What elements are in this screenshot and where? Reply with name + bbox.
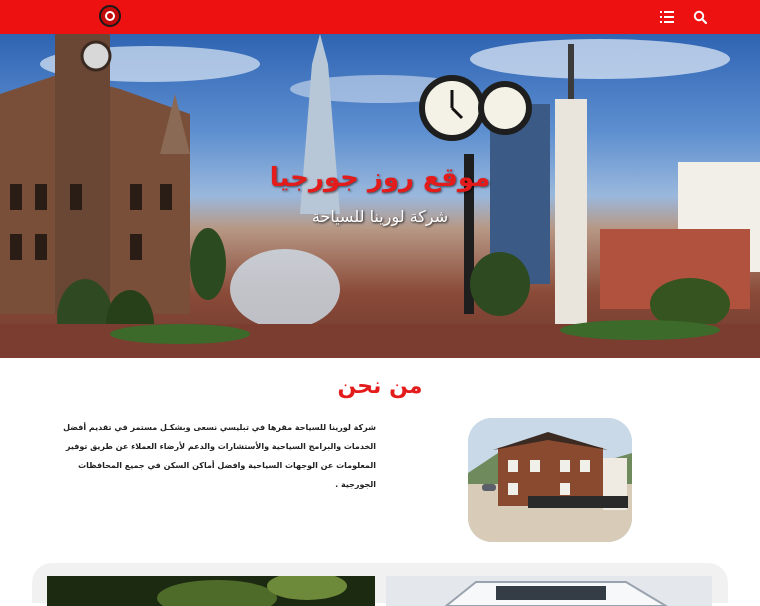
search-icon[interactable]	[693, 10, 707, 24]
top-navigation-bar	[0, 0, 760, 34]
hero-title: موقع روز جورجيا	[269, 163, 491, 193]
rose-logo-icon[interactable]	[99, 5, 121, 27]
hero-cityscape-image	[0, 34, 760, 358]
about-house-photo	[468, 418, 632, 542]
about-description: شركة لورينا للسياحة مقرها في تبليسي نسعى…	[63, 423, 376, 489]
about-heading: من نحن	[337, 374, 423, 399]
hero-banner: موقع روز جورجيا شركة لورينا للسياحة	[0, 34, 760, 358]
menu-list-icon[interactable]	[660, 10, 674, 24]
hero-subtitle: شركة لورينا للسياحة	[311, 207, 449, 226]
card-image-car[interactable]	[386, 576, 712, 606]
card-image-forest[interactable]	[47, 576, 375, 606]
